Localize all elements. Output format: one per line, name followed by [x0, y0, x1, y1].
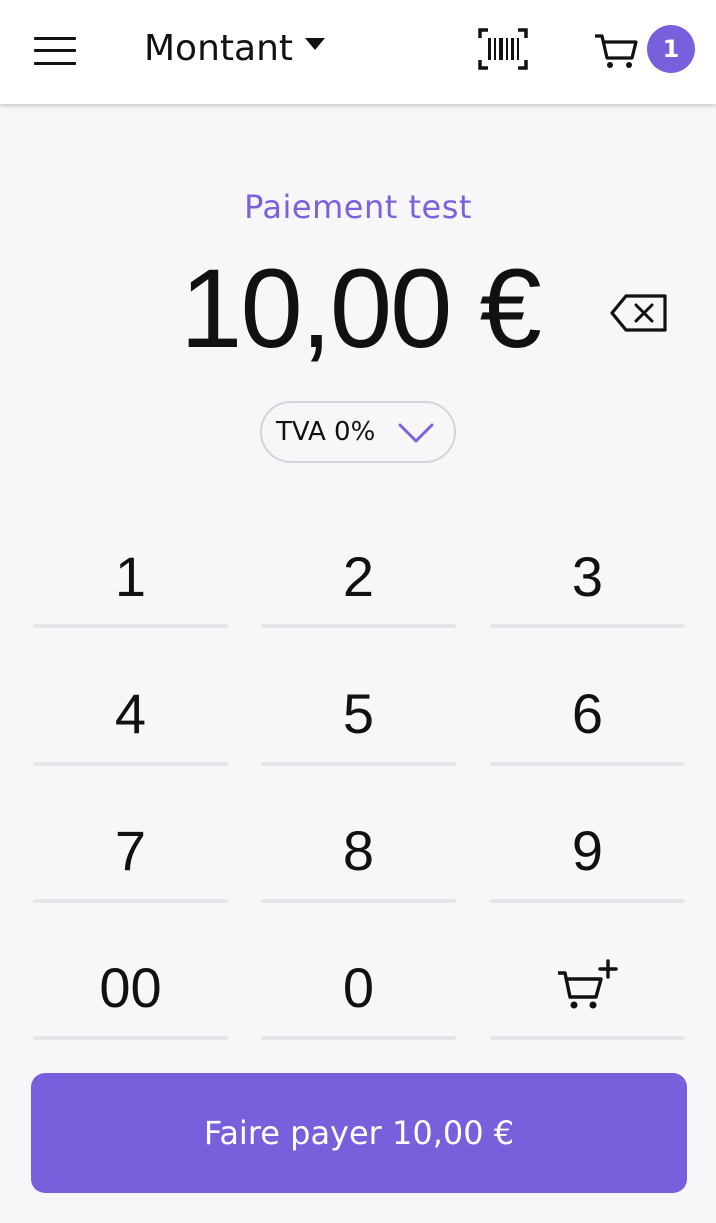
divider	[261, 762, 456, 766]
caret-down-icon	[305, 38, 326, 50]
divider	[490, 762, 685, 766]
divider	[261, 1036, 456, 1040]
backspace-icon[interactable]	[610, 294, 668, 332]
divider	[261, 624, 456, 628]
divider	[490, 624, 685, 628]
key-3[interactable]: 3	[490, 526, 685, 626]
divider	[261, 899, 456, 903]
top-bar: Montant 1	[0, 0, 716, 104]
divider	[33, 762, 228, 766]
divider	[490, 1036, 685, 1040]
key-9[interactable]: 9	[490, 800, 685, 900]
key-00[interactable]: 00	[33, 937, 228, 1037]
amount-display: 10,00 €	[180, 246, 542, 371]
key-2[interactable]: 2	[261, 526, 456, 626]
cart-add-icon	[557, 959, 618, 1009]
divider	[33, 624, 228, 628]
mode-selector[interactable]: Montant	[144, 24, 326, 74]
cart-count-badge[interactable]: 1	[647, 25, 695, 73]
payment-label: Paiement test	[244, 188, 472, 226]
key-5[interactable]: 5	[261, 663, 456, 763]
page-title: Montant	[144, 28, 294, 69]
shopping-cart-icon[interactable]	[594, 32, 638, 70]
divider	[33, 1036, 228, 1040]
key-4[interactable]: 4	[33, 663, 228, 763]
hamburger-menu-icon[interactable]	[34, 35, 76, 67]
vat-label: TVA 0%	[276, 417, 376, 447]
key-8[interactable]: 8	[261, 800, 456, 900]
add-to-cart-button[interactable]	[490, 937, 685, 1037]
barcode-scan-icon[interactable]	[478, 28, 528, 70]
key-1[interactable]: 1	[33, 526, 228, 626]
divider	[33, 899, 228, 903]
divider	[490, 899, 685, 903]
key-7[interactable]: 7	[33, 800, 228, 900]
vat-selector[interactable]: TVA 0%	[260, 401, 456, 463]
key-6[interactable]: 6	[490, 663, 685, 763]
key-0[interactable]: 0	[261, 937, 456, 1037]
chevron-down-icon	[398, 423, 434, 443]
pay-button-label: Faire payer 10,00 €	[203, 1114, 515, 1152]
pay-button[interactable]: Faire payer 10,00 €	[31, 1073, 687, 1193]
